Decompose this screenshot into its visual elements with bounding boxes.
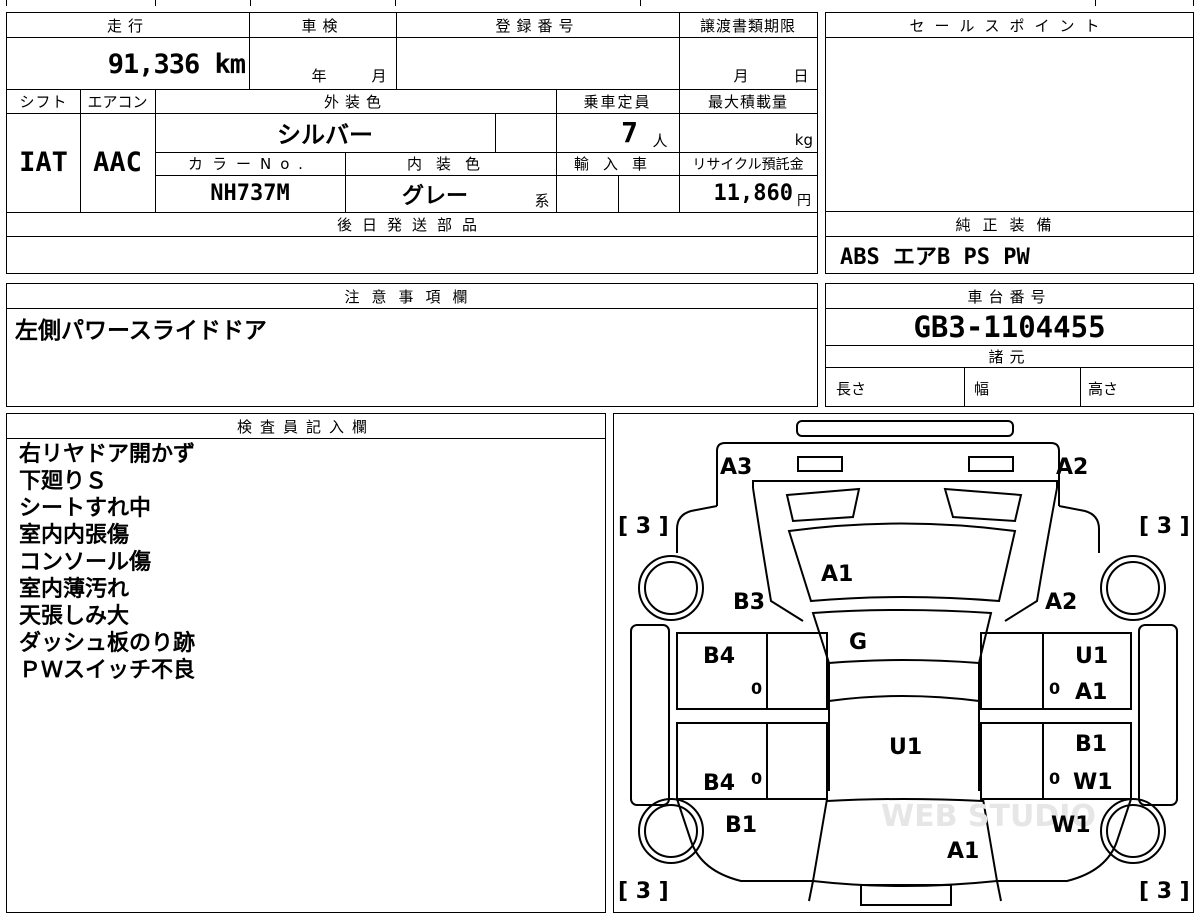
tire-rear-right-inner [1106, 804, 1160, 858]
interior-color-header: 内装色 [406, 155, 494, 173]
damage-code: U1 [1075, 644, 1108, 669]
damage-code: A2 [1056, 455, 1088, 480]
inspector-notes-box: 検査員記入欄 右リヤドア開かず 下廻りＳ シートすれ中 室内内張傷 コンソール傷… [6, 413, 606, 913]
exterior-color-header: 外装色 [323, 92, 387, 111]
tire-rear-left [638, 798, 704, 864]
damage-code: B1 [725, 813, 757, 838]
top-cropped-strip [0, 0, 1200, 6]
note-line: 室内薄汚れ [19, 577, 130, 602]
chassis-box: 車台番号 GB3-1104455 諸元 長さ 幅 高さ [825, 283, 1194, 407]
damage-code: B1 [1075, 732, 1107, 757]
specs-header: 諸元 [988, 347, 1031, 366]
note-line: ダッシュ板のり跡 [19, 631, 196, 656]
mileage-header: 走行 [106, 16, 149, 35]
door-marker: 0 [751, 679, 762, 698]
note-line: 室内内張傷 [19, 523, 130, 548]
damage-diagram-box: WEB STUDIO [ 3 ] [ 3 ] [ 3 ] [ 3 ] A3 A2… [613, 413, 1194, 913]
note-line: シートすれ中 [19, 496, 152, 521]
damage-code: U1 [889, 735, 922, 760]
tire-front-right [1100, 555, 1166, 621]
spec-length: 長さ [836, 379, 867, 398]
sale-points-header: セールスポイント [909, 16, 1110, 35]
tire-label: [ 3 ] [1139, 879, 1190, 904]
inspection-month-unit: 月 [371, 66, 387, 85]
chassis-header: 車台番号 [967, 287, 1052, 306]
vehicle-info-table: 走行 車検 登録番号 譲渡書類期限 91,336 km 年 月 月 日 シフト … [6, 12, 818, 274]
door-marker: 0 [1049, 679, 1060, 698]
tire-front-left [638, 555, 704, 621]
note-line: 下廻りＳ [19, 469, 108, 494]
damage-code: W1 [1073, 770, 1113, 795]
recycle-fee-unit: 円 [797, 193, 811, 209]
capacity-value: 7 [621, 116, 638, 149]
recycle-fee-value: 11,860 [713, 181, 793, 206]
tire-rear-left-inner [644, 804, 698, 858]
caution-box: 注意事項欄 左側パワースライドドア [6, 283, 818, 407]
inspector-notes-list: 右リヤドア開かず 下廻りＳ シートすれ中 室内内張傷 コンソール傷 室内薄汚れ … [19, 441, 195, 684]
max-load-header: 最大積載量 [707, 92, 788, 111]
capacity-header: 乗車定員 [583, 92, 652, 111]
spec-width: 幅 [974, 379, 990, 398]
inspection-header: 車検 [301, 16, 344, 35]
note-line: ＰＷスイッチ不良 [19, 658, 196, 683]
damage-code: A1 [1075, 680, 1107, 705]
caution-text: 左側パワースライドドア [15, 318, 267, 344]
damage-code: G [849, 630, 867, 655]
damage-code: B4 [703, 644, 735, 669]
tire-rear-right [1100, 798, 1166, 864]
color-no-header: カラーNo. [188, 155, 312, 173]
deadline-day-unit: 日 [793, 66, 809, 85]
genuine-equipment-header: 純正装備 [955, 215, 1064, 234]
tire-label: [ 3 ] [618, 879, 669, 904]
car-damage-diagram: WEB STUDIO [ 3 ] [ 3 ] [ 3 ] [ 3 ] A3 A2… [618, 420, 1190, 906]
damage-code: W1 [1051, 813, 1091, 838]
aircon-value: AAC [93, 147, 142, 178]
registration-header: 登録番号 [495, 16, 580, 35]
damage-code: B4 [703, 771, 735, 796]
damage-code: A1 [947, 839, 979, 864]
shift-value: IAT [19, 147, 68, 178]
chassis-number: GB3-1104455 [913, 309, 1106, 344]
color-no-value: NH737M [210, 181, 290, 206]
tire-front-right-inner [1106, 561, 1160, 615]
tire-front-left-inner [644, 561, 698, 615]
tire-label: [ 3 ] [618, 514, 669, 539]
inspector-notes-header: 検査員記入欄 [236, 417, 375, 436]
door-marker: 0 [751, 769, 762, 788]
sale-points-box: セールスポイント [825, 12, 1194, 212]
note-line: 天張しみ大 [19, 604, 130, 629]
note-line: コンソール傷 [19, 550, 152, 575]
exterior-color-value: シルバー [277, 121, 373, 149]
import-header: 輸入車 [573, 155, 661, 173]
note-line: 右リヤドア開かず [19, 442, 196, 467]
interior-suffix: 系 [534, 191, 550, 210]
caution-header: 注意事項欄 [344, 287, 480, 306]
max-load-unit: kg [794, 131, 813, 149]
damage-code: A3 [720, 455, 752, 480]
genuine-equipment-box: 純正装備 ABS エアB PS PW [825, 211, 1194, 274]
inspection-year-unit: 年 [311, 66, 327, 85]
transfer-deadline-header: 譲渡書類期限 [699, 16, 796, 35]
interior-color-value: グレー [401, 183, 468, 209]
aircon-header: エアコン [87, 92, 148, 111]
capacity-unit: 人 [652, 131, 668, 150]
shift-header: シフト [19, 92, 68, 111]
damage-code: B3 [733, 590, 765, 615]
mileage-value: 91,336 km [107, 48, 246, 80]
damage-code: A1 [821, 562, 853, 587]
recycle-fee-header: リサイクル預託金 [692, 156, 804, 173]
spec-height: 高さ [1088, 379, 1119, 398]
tire-label: [ 3 ] [1139, 514, 1190, 539]
damage-code: A2 [1045, 590, 1077, 615]
later-parts-header: 後日発送部品 [336, 215, 487, 234]
door-marker: 0 [1049, 769, 1060, 788]
deadline-month-unit: 月 [733, 66, 749, 85]
genuine-equipment-value: ABS エアB PS PW [840, 245, 1030, 270]
